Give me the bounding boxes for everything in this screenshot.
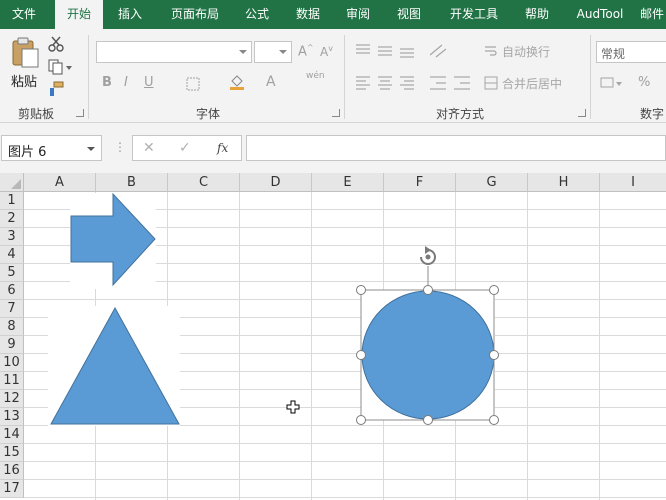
tab-audtool[interactable]: AudTool (566, 0, 634, 29)
row-header-3[interactable]: 3 (0, 228, 24, 246)
insert-function-icon[interactable]: fx (217, 141, 228, 155)
align-icons[interactable] (356, 43, 466, 59)
row-header-5[interactable]: 5 (0, 264, 24, 282)
borders-icon[interactable] (186, 77, 200, 91)
picture-triangle-bg (48, 306, 180, 426)
tab-insert[interactable]: 插入 (108, 0, 152, 29)
row-header-8[interactable]: 8 (0, 318, 24, 336)
font-color-button[interactable]: A (266, 74, 276, 90)
cut-icon[interactable] (48, 36, 64, 52)
column-header-i[interactable]: I (600, 173, 666, 192)
merge-center-label[interactable]: 合并后居中 (502, 75, 562, 92)
name-box[interactable]: 图片 6 (1, 135, 102, 161)
merge-center-icon[interactable] (484, 76, 498, 90)
format-painter-icon[interactable] (48, 81, 64, 97)
formula-bar-grip-icon: ⋮ (114, 140, 126, 154)
paste-icon (12, 37, 39, 68)
tab-home[interactable]: 开始 (55, 0, 103, 29)
row-header-10[interactable]: 10 (0, 354, 24, 372)
italic-button[interactable]: I (124, 75, 128, 90)
row-header-2[interactable]: 2 (0, 210, 24, 228)
font-name-combo[interactable] (96, 41, 252, 63)
clipboard-group-label: 剪贴板 (17, 107, 54, 121)
tab-developer[interactable]: 开发工具 (440, 0, 508, 29)
name-box-value: 图片 6 (8, 145, 47, 160)
row-header-11[interactable]: 11 (0, 372, 24, 390)
clipboard-launcher[interactable] (76, 109, 84, 117)
ribbon-tab-bar: 文件 开始 插入 页面布局 公式 数据 审阅 视图 开发工具 帮助 AudToo… (0, 0, 666, 29)
copy-icon[interactable] (48, 59, 72, 75)
column-header-h[interactable]: H (528, 173, 600, 192)
underline-button[interactable]: U (144, 75, 154, 90)
formula-input[interactable] (246, 135, 666, 161)
row-header-17[interactable]: 17 (0, 480, 24, 498)
alignment-launcher[interactable] (578, 109, 586, 117)
phonetic-icon[interactable]: wén (306, 71, 325, 81)
column-header-g[interactable]: G (456, 173, 528, 192)
grow-font-icon[interactable]: A^ (298, 43, 314, 59)
row-header-9[interactable]: 9 (0, 336, 24, 354)
wrap-text-label[interactable]: 自动换行 (502, 43, 550, 60)
tab-view[interactable]: 视图 (387, 0, 431, 29)
picture-circle-bg (361, 290, 495, 420)
number-format-value: 常规 (601, 47, 626, 61)
tab-data[interactable]: 数据 (286, 0, 330, 29)
row-header-15[interactable]: 15 (0, 444, 24, 462)
wrap-text-icon[interactable] (484, 44, 498, 58)
tab-formulas[interactable]: 公式 (235, 0, 279, 29)
column-header-e[interactable]: E (312, 173, 384, 192)
number-format-combo[interactable]: 常规 (596, 41, 666, 63)
row-header-1[interactable]: 1 (0, 192, 24, 210)
column-header-a[interactable]: A (24, 173, 96, 192)
align-icons-row2[interactable] (356, 75, 472, 91)
row-header-12[interactable]: 12 (0, 390, 24, 408)
font-group-label: 字体 (195, 107, 220, 121)
fill-color-icon[interactable] (228, 73, 246, 91)
cancel-icon[interactable]: ✕ (143, 140, 155, 156)
tab-help[interactable]: 帮助 (515, 0, 559, 29)
shrink-font-icon[interactable]: Av (320, 44, 333, 59)
picture-arrow-bg (70, 193, 156, 289)
tab-mail[interactable]: 邮件 (640, 0, 666, 29)
select-all-icon (11, 179, 21, 189)
bold-button[interactable]: B (102, 75, 112, 90)
number-group-label: 数字 (640, 107, 665, 121)
name-box-dropdown-icon[interactable] (87, 147, 95, 151)
column-header-d[interactable]: D (240, 173, 312, 192)
row-header-7[interactable]: 7 (0, 300, 24, 318)
column-header-b[interactable]: B (96, 173, 168, 192)
row-header-16[interactable]: 16 (0, 462, 24, 480)
alignment-group-label: 对齐方式 (435, 107, 484, 121)
paste-button[interactable]: 粘贴 (6, 33, 44, 91)
formula-buttons: ✕ ✓ fx (132, 135, 242, 161)
tab-file[interactable]: 文件 (0, 0, 48, 29)
row-header-6[interactable]: 6 (0, 282, 24, 300)
font-launcher[interactable] (332, 109, 340, 117)
enter-icon[interactable]: ✓ (179, 140, 191, 156)
column-header-c[interactable]: C (168, 173, 240, 192)
tab-page-layout[interactable]: 页面布局 (160, 0, 230, 29)
select-all-corner[interactable] (0, 173, 24, 192)
ribbon-home: 粘贴 剪贴板 A^ Av B I U A wén 字体 自动换行 合并后居中 对… (0, 29, 666, 123)
column-header-f[interactable]: F (384, 173, 456, 192)
paste-label: 粘贴 (11, 75, 38, 90)
font-size-combo[interactable] (254, 41, 292, 63)
tab-review[interactable]: 审阅 (336, 0, 380, 29)
row-header-14[interactable]: 14 (0, 426, 24, 444)
row-header-4[interactable]: 4 (0, 246, 24, 264)
accounting-format-icon[interactable] (600, 75, 624, 91)
row-header-13[interactable]: 13 (0, 408, 24, 426)
percent-button[interactable]: % (638, 75, 650, 90)
